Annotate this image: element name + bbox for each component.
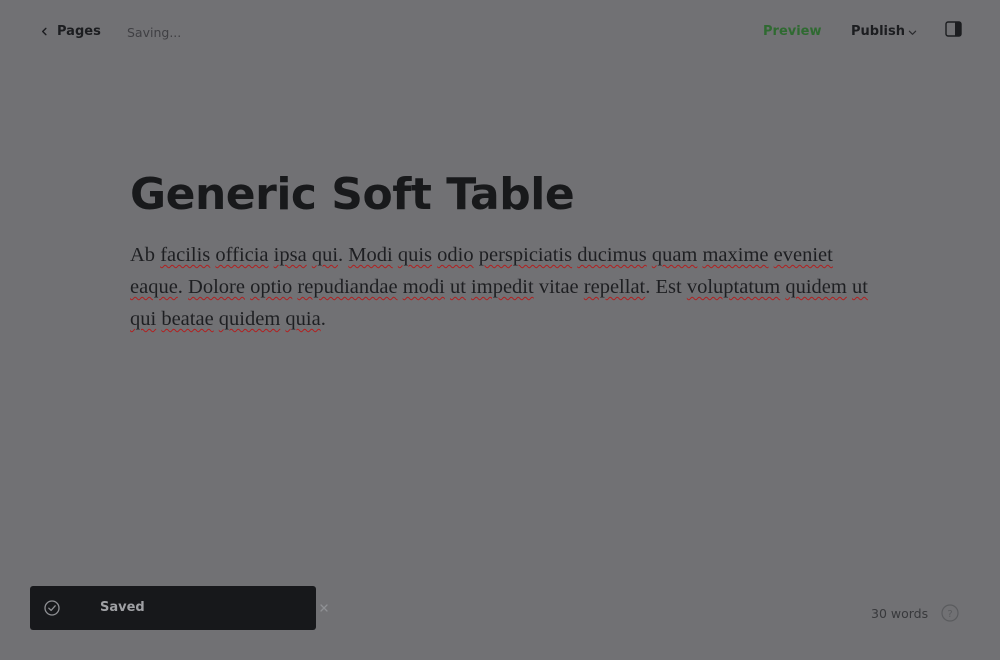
save-status: Saving... (127, 25, 182, 40)
post-title[interactable]: Generic Soft Table (130, 166, 870, 224)
flagged-word: quia (285, 308, 321, 330)
flagged-word: Dolore (188, 276, 245, 298)
flagged-word: modi (402, 276, 445, 298)
word: . (645, 276, 651, 298)
publish-dropdown-button[interactable]: Publish (851, 24, 917, 39)
preview-button[interactable]: Preview (763, 24, 822, 39)
svg-text:?: ? (947, 609, 952, 620)
flagged-word: eveniet (773, 244, 833, 266)
flagged-word: beatae (161, 308, 214, 330)
flagged-word: maxime (702, 244, 769, 266)
flagged-word: odio (437, 244, 474, 266)
flagged-word: officia (215, 244, 269, 266)
flagged-word: qui (130, 308, 157, 330)
word: vitae (538, 276, 579, 298)
flagged-word: perspiciatis (478, 244, 573, 266)
close-icon[interactable] (319, 603, 329, 613)
flagged-word: qui (311, 244, 339, 266)
flagged-word: Modi (348, 244, 393, 266)
flagged-word: quam (651, 244, 698, 266)
word: . (177, 276, 183, 298)
toast-message: Saved (100, 600, 145, 615)
flagged-word: repellat (583, 276, 646, 298)
chevron-down-icon (908, 30, 917, 35)
help-icon[interactable]: ? (941, 604, 959, 622)
flagged-word: ut (449, 276, 466, 298)
editor-header: Pages Saving... Preview Publish (0, 0, 1000, 64)
word: . (320, 308, 326, 330)
flagged-word: eaque (130, 276, 178, 298)
flagged-word: quis (397, 244, 433, 266)
editor-content: Generic Soft Table Ab facilis officia ip… (130, 166, 870, 335)
word: Ab (130, 244, 156, 266)
flagged-word: ut (851, 276, 868, 298)
flagged-word: voluptatum (686, 276, 781, 298)
flagged-word: impedit (471, 276, 534, 298)
flagged-word: facilis (160, 244, 211, 266)
check-circle-icon (44, 600, 60, 616)
flagged-word: quidem (785, 276, 847, 298)
publish-label: Publish (851, 24, 905, 39)
saved-toast: Saved (30, 586, 328, 630)
word: . (338, 244, 344, 266)
chevron-left-icon (41, 27, 47, 36)
word: Est (655, 276, 682, 298)
sidebar-toggle-icon[interactable] (945, 21, 962, 37)
flagged-word: repudiandae (297, 276, 398, 298)
back-to-pages-link[interactable]: Pages (40, 24, 101, 39)
flagged-word: ducimus (577, 244, 647, 266)
back-label: Pages (57, 24, 101, 39)
word-count: 30 words (871, 606, 929, 621)
flagged-word: ipsa (273, 244, 307, 266)
flagged-word: quidem (218, 308, 281, 330)
flagged-word: optio (250, 276, 293, 298)
post-body[interactable]: Ab facilis officia ipsa qui. Modi quis o… (130, 239, 870, 335)
